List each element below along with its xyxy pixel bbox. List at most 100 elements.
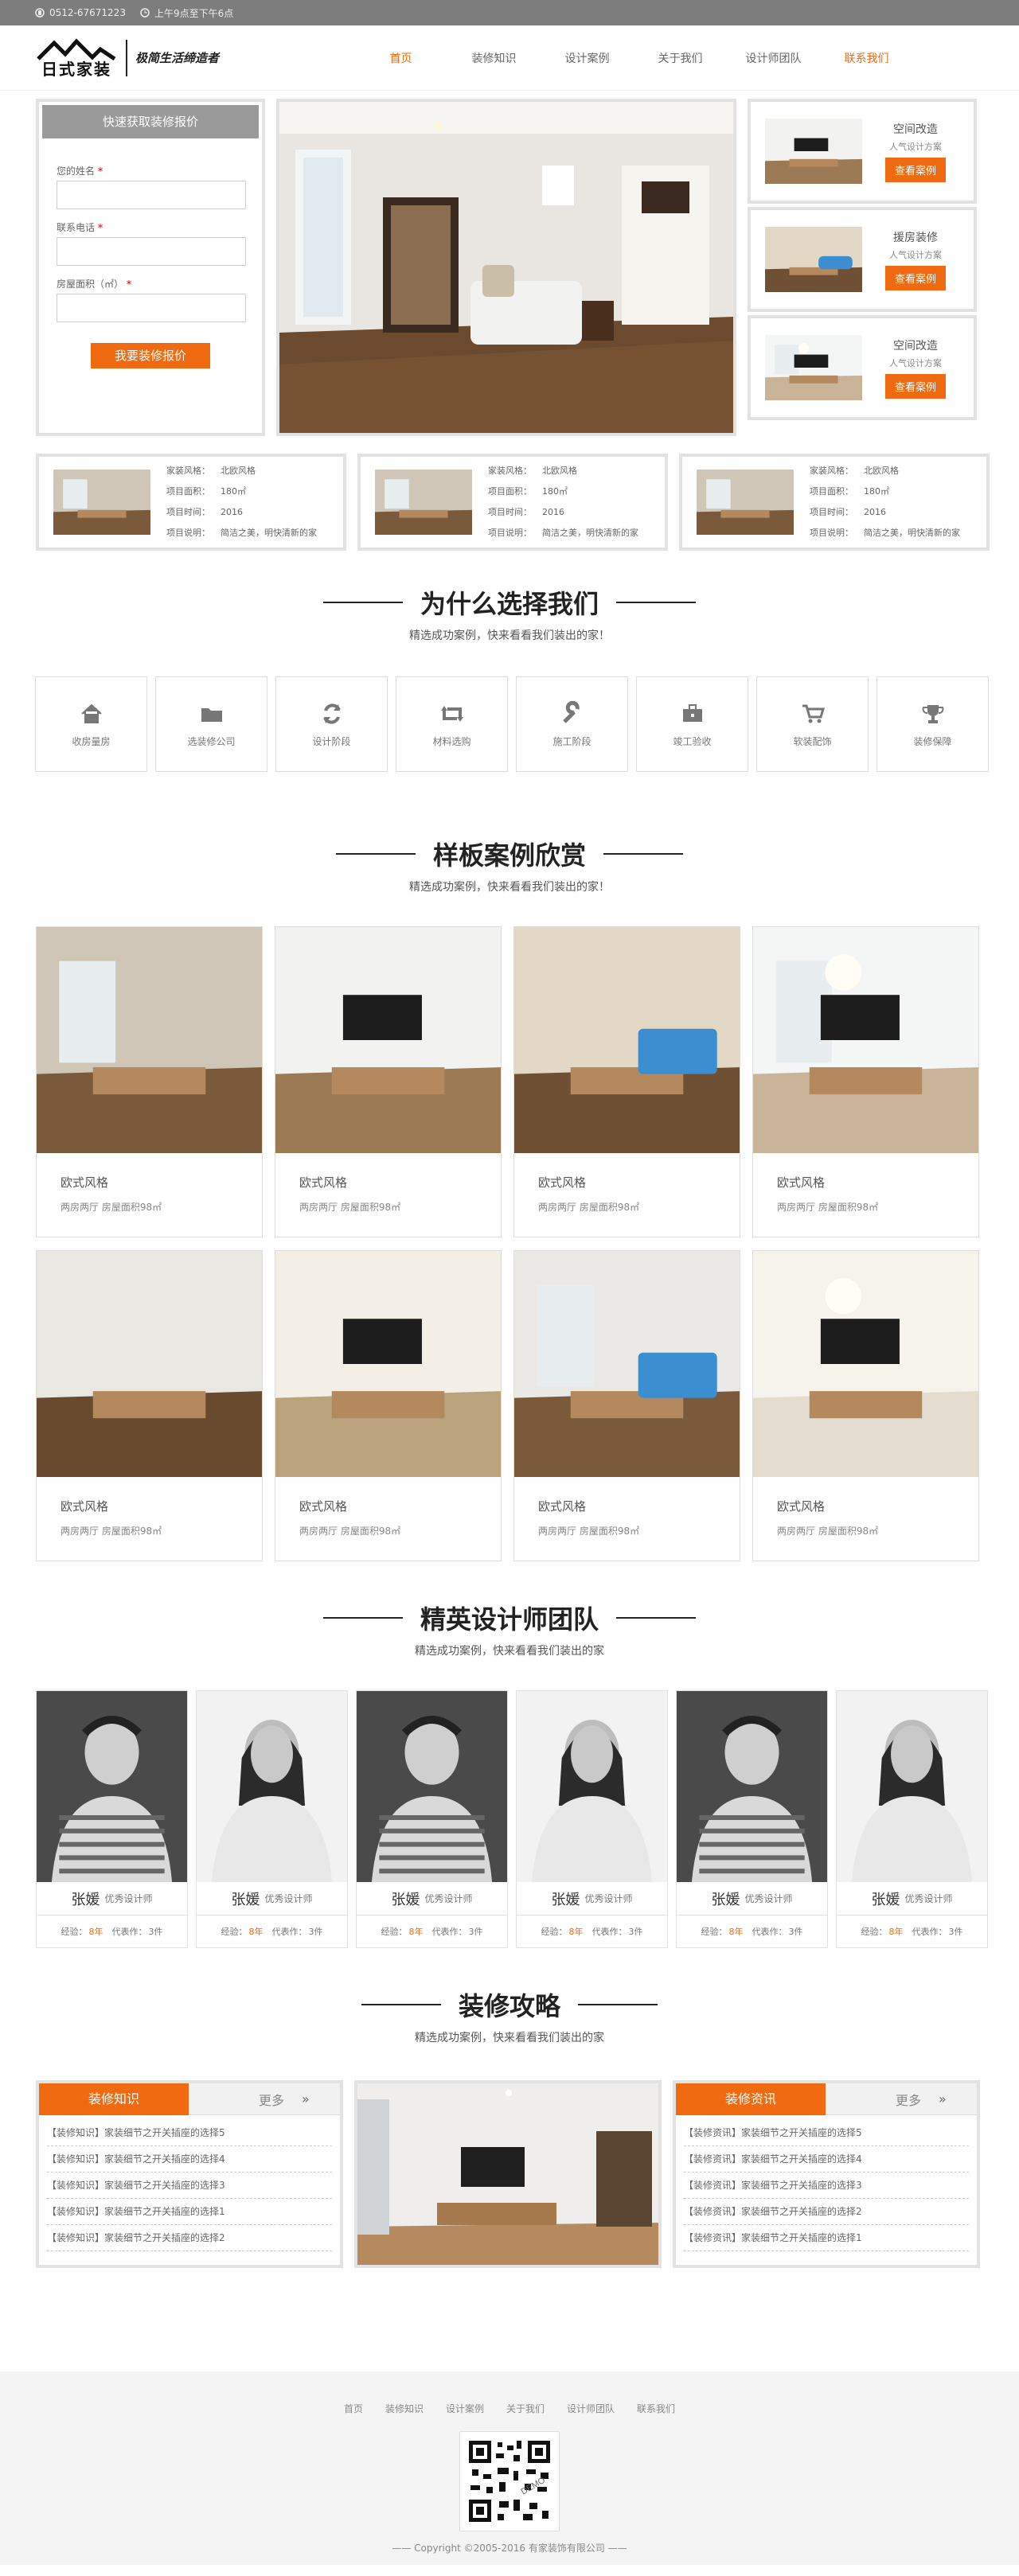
why-item[interactable]: 施工阶段 (516, 676, 628, 772)
knowledge-tab[interactable]: 装修知识 (39, 2083, 189, 2115)
footer-nav-item[interactable]: 设计案例 (435, 2402, 495, 2415)
nav-item-3[interactable]: 关于我们 (634, 50, 727, 66)
footer-nav-item[interactable]: 设计师团队 (556, 2402, 626, 2415)
footer-nav-item[interactable]: 关于我们 (495, 2402, 556, 2415)
why-item[interactable]: 装修保障 (876, 676, 989, 772)
name-input[interactable] (57, 181, 246, 209)
news-box: 装修资讯 更多 » 【装修资讯】家装细节之开关插座的选择5 【装修资讯】家装细节之… (673, 2080, 980, 2268)
news-item[interactable]: 【装修资讯】家装细节之开关插座的选择4 (684, 2146, 969, 2173)
footer-nav-item[interactable]: 联系我们 (626, 2402, 686, 2415)
roof-icon (37, 37, 116, 60)
why-item[interactable]: 软装配饰 (756, 676, 869, 772)
designer-name: 张媛 (71, 1891, 100, 1908)
case-card[interactable]: 欧式风格 两房两厅 房屋面积98㎡ (513, 926, 740, 1237)
why-item[interactable]: 收房量房 (35, 676, 147, 772)
phone-icon (35, 8, 45, 18)
phone-number: 0512-67671223 (49, 7, 126, 18)
case-desc: 两房两厅 房屋面积98㎡ (777, 1202, 879, 1213)
why-item-label: 竣工验收 (673, 735, 712, 747)
designer-name: 张媛 (551, 1891, 580, 1908)
knowledge-item[interactable]: 【装修知识】家装细节之开关插座的选择5 (47, 2120, 332, 2146)
project-image (375, 470, 472, 535)
view-case-button[interactable]: 查看案例 (884, 157, 946, 182)
knowledge-item[interactable]: 【装修知识】家装细节之开关插座的选择2 (47, 2225, 332, 2251)
case-title: 欧式风格 (538, 1175, 587, 1190)
news-item[interactable]: 【装修资讯】家装细节之开关插座的选择2 (684, 2199, 969, 2225)
news-list: 【装修资讯】家装细节之开关插座的选择5 【装修资讯】家装细节之开关插座的选择4 【装… (676, 2115, 977, 2256)
designer-photo (837, 1691, 987, 1882)
footer-nav-item[interactable]: 首页 (333, 2402, 374, 2415)
project-card[interactable]: 家装风格： 北欧风格 项目面积： 180㎡ 项目时间： 2016 项目说明： 简洁之美，… (679, 454, 990, 551)
featured-cases: 空间改造 人气设计方案 查看案例 援房装修 人气设计方案 查看案例 空间改造 人… (748, 99, 977, 436)
case-title: 欧式风格 (538, 1499, 587, 1514)
why-item-label: 材料选购 (432, 735, 471, 747)
news-tab[interactable]: 装修资讯 (676, 2083, 826, 2115)
nav-item-2[interactable]: 设计案例 (541, 50, 634, 66)
project-card[interactable]: 家装风格： 北欧风格 项目面积： 180㎡ 项目时间： 2016 项目说明： 简洁之美，… (357, 454, 668, 551)
team-subtitle: 精选成功案例，快来看看我们装出的家 (415, 1645, 604, 1658)
case-card[interactable]: 欧式风格 两房两厅 房屋面积98㎡ (36, 1250, 263, 1561)
featured-case[interactable]: 空间改造 人气设计方案 查看案例 (748, 315, 977, 420)
designer-photo (37, 1691, 187, 1882)
view-case-button[interactable]: 查看案例 (884, 373, 946, 399)
case-grid: 欧式风格 两房两厅 房屋面积98㎡ 欧式风格 两房两厅 房屋面积98㎡ 欧式风格… (36, 926, 1019, 1561)
designer-card[interactable]: 张媛 优秀设计师 经验： 8年 代表作： 3件 (676, 1690, 828, 1948)
case-title: 欧式风格 (777, 1499, 826, 1514)
case-card[interactable]: 欧式风格 两房两厅 房屋面积98㎡ (36, 926, 263, 1237)
double-chevron-icon[interactable]: » (939, 2091, 947, 2106)
nav-item-1[interactable]: 装修知识 (447, 50, 541, 66)
news-item[interactable]: 【装修资讯】家装细节之开关插座的选择5 (684, 2120, 969, 2146)
nav-item-4[interactable]: 设计师团队 (727, 50, 820, 66)
designer-card[interactable]: 张媛 优秀设计师 经验： 8年 代表作： 3件 (356, 1690, 508, 1948)
project-card[interactable]: 家装风格： 北欧风格 项目面积： 180㎡ 项目时间： 2016 项目说明： 简洁之美，… (36, 454, 346, 551)
nav-item-0[interactable]: 首页 (354, 50, 447, 66)
logo-name: 日式家装 (41, 59, 111, 79)
case-desc: 两房两厅 房屋面积98㎡ (538, 1202, 640, 1213)
news-item[interactable]: 【装修资讯】家装细节之开关插座的选择3 (684, 2173, 969, 2199)
why-item[interactable]: 竣工验收 (636, 676, 748, 772)
why-item[interactable]: 设计阶段 (275, 676, 388, 772)
why-item-label: 软装配饰 (793, 735, 832, 747)
featured-case[interactable]: 援房装修 人气设计方案 查看案例 (748, 207, 977, 312)
designer-card[interactable]: 张媛 优秀设计师 经验： 8年 代表作： 3件 (36, 1690, 188, 1948)
case-card[interactable]: 欧式风格 两房两厅 房屋面积98㎡ (275, 1250, 502, 1561)
top-bar: 0512-67671223 上午9点至下午6点 (0, 0, 1019, 25)
news-item[interactable]: 【装修资讯】家装细节之开关插座的选择1 (684, 2225, 969, 2251)
featured-case[interactable]: 空间改造 人气设计方案 查看案例 (748, 99, 977, 204)
phone-input[interactable] (57, 237, 246, 266)
designer-photo (197, 1691, 347, 1882)
why-item[interactable]: 材料选购 (396, 676, 508, 772)
case-desc: 两房两厅 房屋面积98㎡ (777, 1526, 879, 1537)
knowledge-item[interactable]: 【装修知识】家装细节之开关插座的选择3 (47, 2173, 332, 2199)
knowledge-more-link[interactable]: 更多 (259, 2090, 284, 2109)
quote-form: 您的姓名 * 联系电话 * 房屋面积（㎡） * 我要装修报价 (39, 142, 262, 380)
knowledge-item[interactable]: 【装修知识】家装细节之开关插座的选择4 (47, 2146, 332, 2173)
logo[interactable]: 日式家装 极简生活缔造者 (35, 36, 219, 80)
news-more-link[interactable]: 更多 (896, 2090, 921, 2109)
designer-card[interactable]: 张媛 优秀设计师 经验： 8年 代表作： 3件 (196, 1690, 348, 1948)
header: 日式家装 极简生活缔造者 首页 装修知识 设计案例 关于我们 设计师团队 联系我们 (0, 25, 1019, 91)
footer-nav-item[interactable]: 装修知识 (374, 2402, 435, 2415)
quote-submit-button[interactable]: 我要装修报价 (91, 343, 210, 368)
team-section-header: 精英设计师团队 精选成功案例，快来看看我们装出的家 (0, 1600, 1019, 1658)
case-card[interactable]: 欧式风格 两房两厅 房屋面积98㎡ (513, 1250, 740, 1561)
designer-role: 优秀设计师 (744, 1893, 793, 1904)
case-desc: 两房两厅 房屋面积98㎡ (61, 1202, 162, 1213)
designer-stats: 经验： 8年 代表作： 3件 (701, 1927, 803, 1937)
designer-card[interactable]: 张媛 优秀设计师 经验： 8年 代表作： 3件 (836, 1690, 988, 1948)
cases-title: 样板案例欣赏 (432, 840, 586, 871)
designer-card[interactable]: 张媛 优秀设计师 经验： 8年 代表作： 3件 (516, 1690, 668, 1948)
view-case-button[interactable]: 查看案例 (884, 265, 946, 290)
folder-icon (201, 707, 222, 722)
nav-item-5[interactable]: 联系我们 (820, 50, 913, 66)
double-chevron-icon[interactable]: » (302, 2091, 310, 2106)
featured-case-title: 空间改造 (893, 123, 938, 136)
why-item[interactable]: 选装修公司 (155, 676, 267, 772)
case-card[interactable]: 欧式风格 两房两厅 房屋面积98㎡ (275, 926, 502, 1237)
project-image (697, 470, 794, 535)
case-card[interactable]: 欧式风格 两房两厅 房屋面积98㎡ (752, 1250, 979, 1561)
knowledge-item[interactable]: 【装修知识】家装细节之开关插座的选择1 (47, 2199, 332, 2225)
case-desc: 两房两厅 房屋面积98㎡ (299, 1202, 401, 1213)
area-input[interactable] (57, 294, 246, 322)
case-card[interactable]: 欧式风格 两房两厅 房屋面积98㎡ (752, 926, 979, 1237)
